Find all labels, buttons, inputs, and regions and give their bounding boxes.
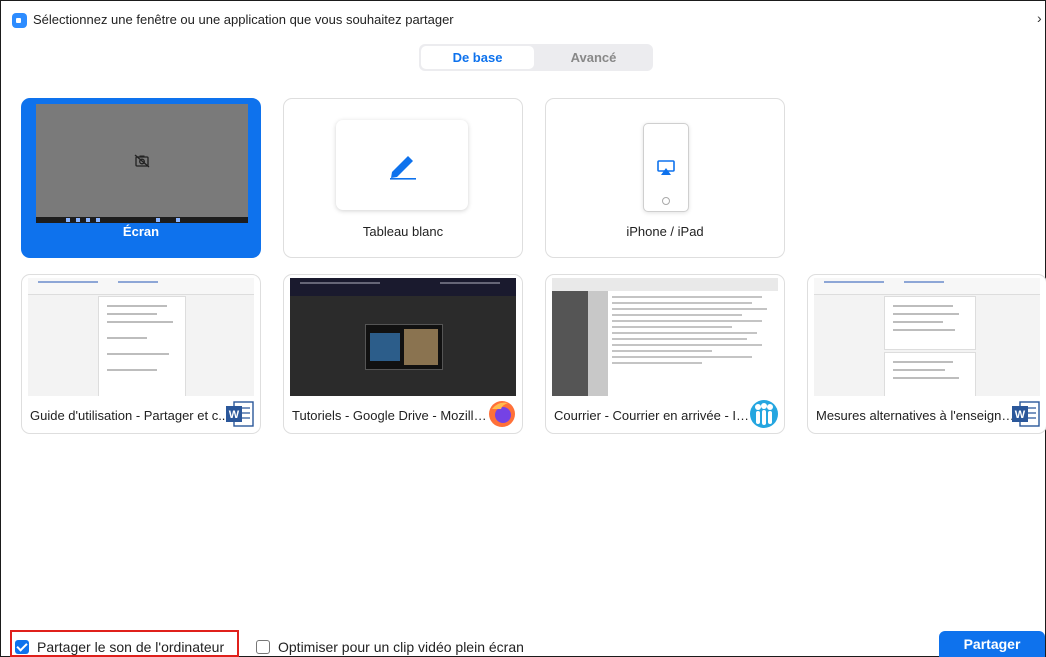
pencil-icon bbox=[390, 156, 416, 180]
word-icon: W bbox=[226, 401, 254, 427]
lotus-notes-icon bbox=[750, 400, 778, 428]
mode-tabs: De base Avancé bbox=[419, 44, 653, 71]
tile-screen[interactable]: Écran bbox=[21, 98, 261, 258]
svg-text:W: W bbox=[229, 409, 240, 421]
app-tile-mail[interactable]: Courrier - Courrier en arrivée - IB... bbox=[545, 274, 785, 434]
app-tile-label: Guide d'utilisation - Partager et c... bbox=[30, 408, 230, 423]
app-tile-mesures[interactable]: Mesures alternatives à l'enseigne... W bbox=[807, 274, 1046, 434]
tile-iphone-label: iPhone / iPad bbox=[626, 224, 704, 239]
phone-illustration bbox=[643, 123, 689, 212]
dialog-title: Sélectionnez une fenêtre ou une applicat… bbox=[33, 12, 454, 27]
screen-thumbnail bbox=[36, 104, 248, 223]
app-thumbnail bbox=[290, 278, 516, 396]
share-button[interactable]: Partager bbox=[939, 631, 1045, 657]
close-icon[interactable]: › bbox=[1037, 10, 1042, 26]
tile-iphone-ipad[interactable]: iPhone / iPad bbox=[545, 98, 785, 258]
firefox-icon bbox=[489, 401, 515, 427]
share-audio-label[interactable]: Partager le son de l'ordinateur bbox=[37, 639, 224, 655]
svg-text:W: W bbox=[1015, 409, 1026, 421]
app-thumbnail bbox=[28, 278, 254, 396]
app-tile-firefox[interactable]: Tutoriels - Google Drive - Mozilla ... bbox=[283, 274, 523, 434]
tab-advanced[interactable]: Avancé bbox=[536, 46, 651, 69]
optimize-video-label[interactable]: Optimiser pour un clip vidéo plein écran bbox=[278, 639, 524, 655]
airplay-icon bbox=[657, 160, 675, 175]
optimize-video-checkbox[interactable] bbox=[256, 640, 270, 654]
app-thumbnail bbox=[552, 278, 778, 396]
tile-whiteboard-label: Tableau blanc bbox=[362, 224, 444, 239]
app-thumbnail bbox=[814, 278, 1040, 396]
camera-off-icon bbox=[134, 154, 150, 168]
app-tile-label: Mesures alternatives à l'enseigne... bbox=[816, 408, 1016, 423]
whiteboard-card bbox=[336, 120, 468, 210]
taskbar bbox=[36, 217, 248, 223]
home-button bbox=[662, 197, 670, 205]
word-icon: W bbox=[1012, 401, 1040, 427]
zoom-app-icon bbox=[12, 13, 27, 28]
app-tile-label: Courrier - Courrier en arrivée - IB... bbox=[554, 408, 754, 423]
app-tile-guide[interactable]: Guide d'utilisation - Partager et c... W bbox=[21, 274, 261, 434]
app-tile-label: Tutoriels - Google Drive - Mozilla ... bbox=[292, 408, 492, 423]
tab-basic[interactable]: De base bbox=[421, 46, 534, 69]
tile-whiteboard[interactable]: Tableau blanc bbox=[283, 98, 523, 258]
tile-screen-label: Écran bbox=[122, 224, 160, 239]
share-audio-checkbox[interactable] bbox=[15, 640, 29, 654]
title-bar: Sélectionnez une fenêtre ou une applicat… bbox=[0, 0, 1046, 30]
